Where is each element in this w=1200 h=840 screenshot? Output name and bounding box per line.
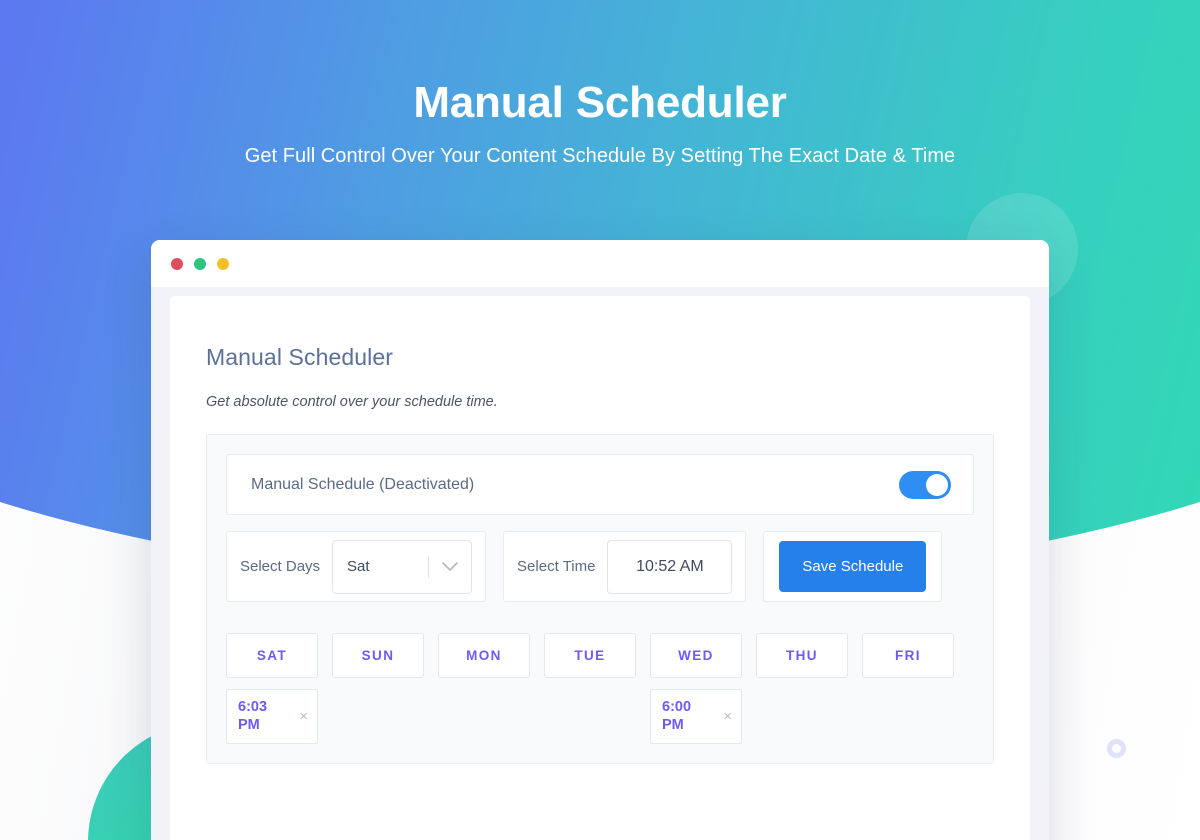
day-tab-thu[interactable]: THU xyxy=(756,633,848,678)
page-subtitle: Get Full Control Over Your Content Sched… xyxy=(244,144,956,167)
hero-section: Manual Scheduler Get Full Control Over Y… xyxy=(0,78,1200,168)
time-slot-list: 6:00 PM × xyxy=(650,689,742,744)
time-slot-value: 6:03 PM xyxy=(238,698,268,733)
day-column-sat: SAT 6:03 PM × xyxy=(226,633,318,744)
remove-time-slot-icon[interactable]: × xyxy=(299,709,308,724)
day-tab-sat[interactable]: SAT xyxy=(226,633,318,678)
close-dot-icon[interactable] xyxy=(171,257,183,270)
browser-viewport: Manual Scheduler Get absolute control ov… xyxy=(151,287,1049,840)
maximize-dot-icon[interactable] xyxy=(217,257,229,270)
time-slot-value: 6:00 PM xyxy=(662,698,692,733)
manual-schedule-toggle-row: Manual Schedule (Deactivated) xyxy=(226,454,974,515)
manual-schedule-toggle[interactable] xyxy=(899,470,951,499)
day-column-mon: MON xyxy=(438,633,530,744)
select-days-value: Sat xyxy=(347,558,370,575)
select-time-group: Select Time 10:52 AM xyxy=(503,531,747,602)
browser-window: Manual Scheduler Get absolute control ov… xyxy=(151,240,1049,840)
day-column-thu: THU xyxy=(756,633,848,744)
manual-schedule-label: Manual Schedule (Deactivated) xyxy=(251,475,475,493)
select-time-input[interactable]: 10:52 AM xyxy=(607,539,733,594)
day-column-sun: SUN xyxy=(332,633,424,744)
day-tab-sun[interactable]: SUN xyxy=(332,633,424,678)
minimize-dot-icon[interactable] xyxy=(194,257,206,270)
time-slot-chip: 6:03 PM × xyxy=(226,689,318,744)
day-tab-fri[interactable]: FRI xyxy=(862,633,954,678)
background-ring-decoration xyxy=(1107,739,1126,758)
toggle-knob xyxy=(926,473,948,496)
save-schedule-group: Save Schedule xyxy=(763,531,943,602)
browser-title-bar xyxy=(151,240,1049,287)
schedule-controls-row: Select Days Sat Select Time 10:52 AM Sav… xyxy=(226,531,974,602)
day-tab-wed[interactable]: WED xyxy=(650,633,742,678)
chevron-down-icon xyxy=(429,561,471,572)
day-tab-tue[interactable]: TUE xyxy=(544,633,636,678)
day-column-tue: TUE xyxy=(544,633,636,744)
page-title: Manual Scheduler xyxy=(413,78,787,127)
remove-time-slot-icon[interactable]: × xyxy=(723,709,732,724)
scheduler-card: Manual Scheduler Get absolute control ov… xyxy=(170,296,1030,840)
day-tab-mon[interactable]: MON xyxy=(438,633,530,678)
weekday-schedule-grid: SAT 6:03 PM × SUN MON TUE WED 6:00 PM × THU FRI xyxy=(226,633,974,744)
save-schedule-button[interactable]: Save Schedule xyxy=(779,541,927,592)
select-days-group: Select Days Sat xyxy=(226,531,487,602)
day-column-wed: WED 6:00 PM × xyxy=(650,633,742,744)
select-days-label: Select Days xyxy=(240,558,321,575)
time-slot-chip: 6:00 PM × xyxy=(650,689,742,744)
day-column-fri: FRI xyxy=(862,633,954,744)
card-subtitle: Get absolute control over your schedule … xyxy=(206,394,498,410)
select-days-dropdown[interactable]: Sat xyxy=(332,539,473,594)
settings-panel: Manual Schedule (Deactivated) Select Day… xyxy=(206,434,994,764)
time-slot-list: 6:03 PM × xyxy=(226,689,318,744)
select-time-label: Select Time xyxy=(517,558,596,575)
card-title: Manual Scheduler xyxy=(206,344,393,370)
